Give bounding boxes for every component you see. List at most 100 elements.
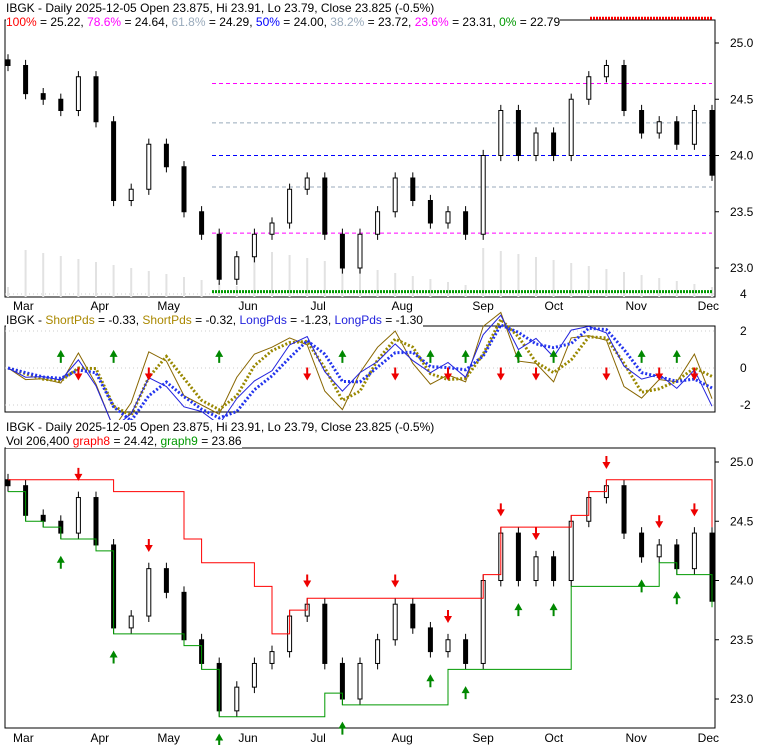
volume-bar (147, 271, 150, 297)
volume-bar (59, 256, 62, 297)
lower-candle-body (163, 568, 169, 593)
shortpds-value-1: = -0.33, (94, 313, 143, 327)
candle-body (269, 222, 275, 235)
osc-sell-arrow (532, 367, 540, 381)
sell-arrow (655, 515, 664, 529)
volume-bar (411, 276, 414, 297)
longpds-value-2: = -1.30 (381, 313, 423, 327)
sell-arrow (496, 503, 505, 517)
lower-candle-body (93, 497, 99, 546)
buy-arrow (56, 555, 65, 569)
volume-bar (24, 250, 27, 297)
candle-body (551, 132, 557, 156)
price-tick-label: 23.5 (730, 205, 754, 219)
candle-body (23, 65, 29, 95)
candle-body (480, 155, 486, 235)
candle-body (75, 76, 81, 111)
month-label: Jun (238, 299, 257, 313)
volume-bar (658, 278, 661, 297)
volume-bar (165, 274, 168, 297)
fib-618-value: = 24.29, (205, 15, 256, 29)
fib-618-label: 61.8% (171, 15, 206, 29)
fib-0-label: 0% (499, 15, 517, 29)
month-label: Jul (310, 731, 325, 745)
price-tick-label: 23.0 (730, 692, 754, 706)
osc-buy-arrow (338, 349, 347, 363)
month-label: May (157, 299, 180, 313)
candle-body (533, 132, 539, 156)
candle-body (199, 211, 205, 235)
osc-buy-arrow (461, 349, 470, 363)
lower-candle-body (410, 603, 416, 629)
volume-bar (183, 277, 185, 297)
chart-container: 25.0 25.0 24.5 24.5 24.0 24.0 23.5 23.5 23.0 23.0… (0, 0, 780, 745)
fib-100-value: = 25.22, (36, 15, 88, 29)
sell-arrow (144, 538, 153, 552)
buy-arrow (215, 733, 224, 745)
volume-bar (429, 279, 432, 297)
volume-bar (394, 273, 397, 297)
volume-bar (218, 283, 221, 297)
volume-bar (7, 287, 9, 297)
price-tick-label: 23.5 (730, 633, 754, 647)
buy-arrow (426, 674, 435, 688)
osc-buy-arrow (109, 349, 118, 363)
volume-bar (112, 265, 115, 297)
month-label: Nov (626, 299, 647, 313)
volume-bar (623, 272, 625, 297)
candle-body (251, 233, 257, 258)
osc-sell-arrow (496, 367, 505, 381)
sell-arrow (74, 467, 83, 481)
candle-body (216, 233, 222, 280)
lower-candle-body (691, 532, 697, 570)
candle-body (498, 110, 504, 156)
osc-sell-arrow (303, 367, 312, 381)
candle-body (181, 166, 187, 213)
lower-candle-body (621, 485, 627, 534)
graph9-value: = 23.86 (197, 434, 242, 448)
lower-candle-body (181, 591, 187, 641)
month-label: Sep (472, 299, 494, 313)
month-label: Nov (626, 731, 647, 745)
price-tick-label: 23.0 (730, 261, 754, 275)
candle-body (463, 211, 469, 235)
fib-legend: 100% = 25.22, 78.6% = 24.64, 61.8% = 24.… (6, 15, 561, 29)
volume-bar (640, 275, 643, 297)
lower-candle-body (40, 514, 46, 522)
candle-body (656, 121, 662, 134)
candle-body (445, 211, 451, 224)
longpds-label-1: LongPds (239, 313, 287, 327)
lower-candle-body (5, 479, 11, 487)
candle-body (287, 188, 293, 224)
stock-chart: 25.0 25.0 24.5 24.5 24.0 24.0 23.5 23.5 23.0 23.0… (4, 16, 754, 745)
buy-arrow (514, 603, 523, 617)
main-title: IBGK - Daily 2025-12-05 Open 23.875, Hi … (6, 1, 435, 15)
month-label: Jul (310, 299, 325, 313)
price-tick-label: 24.5 (730, 92, 754, 106)
lower-candle-body (392, 603, 398, 641)
candle-body (410, 177, 416, 201)
oscillator-legend: IBGK - ShortPds = -0.33, ShortPds = -0.3… (6, 313, 423, 327)
fib-786-label: 78.6% (87, 15, 122, 29)
month-label: May (157, 731, 180, 745)
month-label: Mar (13, 731, 34, 745)
lower-legend: Vol 206,400 graph8 = 24.42, graph9 = 23.… (6, 434, 242, 448)
fib-236-label: 23.6% (414, 15, 449, 29)
lower-candle-body (146, 568, 152, 617)
lower-title: IBGK - Daily 2025-12-05 Open 23.875, Hi … (6, 420, 435, 434)
graph8-value: = 24.42, (110, 434, 161, 448)
osc-tick-label: 0 (740, 361, 747, 375)
candle-body (146, 143, 152, 190)
month-label: Oct (545, 731, 564, 745)
candle-body (709, 110, 715, 176)
lower-candle-body (445, 639, 451, 653)
lower-candle-body (322, 603, 328, 664)
price-tick-label: 24.0 (730, 574, 754, 588)
fib-100-label: 100% (6, 15, 37, 29)
candle-body (93, 76, 99, 123)
sell-arrow (602, 456, 611, 469)
buy-arrow (461, 686, 470, 700)
month-label: Jun (238, 731, 257, 745)
fib-50-label: 50% (255, 15, 280, 29)
shortpds-label-1: ShortPds (45, 313, 95, 327)
